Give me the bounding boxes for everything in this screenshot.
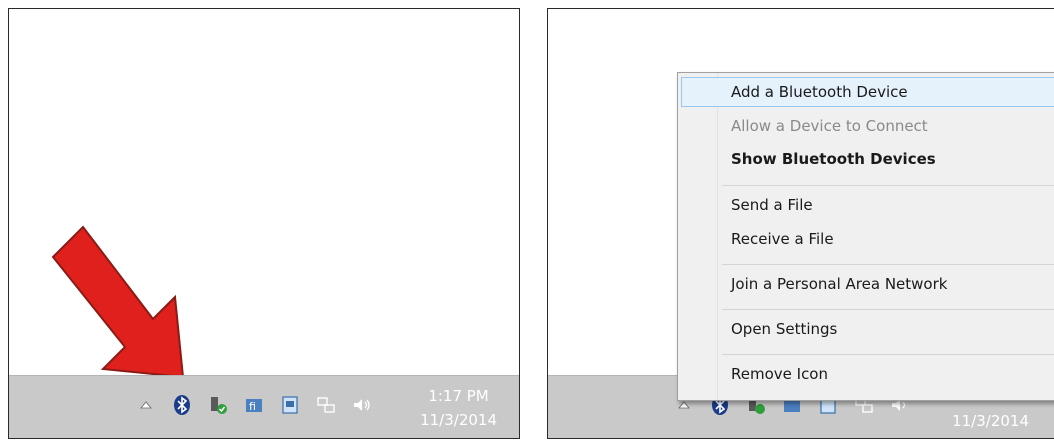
speaker-icon[interactable]: [351, 394, 373, 416]
menu-separator: [722, 309, 1054, 310]
bluetooth-context-menu: Add a Bluetooth Device Allow a Device to…: [677, 72, 1054, 401]
clock-time: 1:17 PM: [428, 387, 489, 405]
menu-item-open-settings[interactable]: Open Settings: [681, 314, 1054, 344]
monitor-icon[interactable]: [279, 394, 301, 416]
red-arrow-annotation: [51, 225, 185, 379]
menu-item-add-bluetooth-device[interactable]: Add a Bluetooth Device: [681, 77, 1054, 107]
menu-item-receive-file[interactable]: Receive a File: [681, 224, 1054, 254]
menu-item-allow-device-to-connect: Allow a Device to Connect: [731, 117, 928, 135]
network-icon[interactable]: [315, 394, 337, 416]
menu-item-send-file[interactable]: Send a File: [681, 190, 1054, 220]
clock-date: 11/3/2014: [420, 411, 497, 429]
desktop-panel-right: 11/3/2014 Add a Bluetooth Device Allow a…: [547, 8, 1054, 439]
svg-text:fi: fi: [249, 400, 256, 413]
taskbar: fi 1:17 PM 11/3/2014: [9, 375, 519, 438]
bluetooth-icon[interactable]: [171, 394, 193, 416]
clock-date[interactable]: 11/3/2014: [952, 412, 1029, 430]
menu-item-join-personal-area-network[interactable]: Join a Personal Area Network: [681, 269, 1054, 299]
desktop-panel-left: fi 1:17 PM 11/3/2014: [8, 8, 520, 439]
power-usb-icon[interactable]: [207, 394, 229, 416]
menu-separator: [722, 354, 1054, 355]
menu-separator: [722, 185, 1054, 186]
menu-item-remove-icon[interactable]: Remove Icon: [681, 359, 1054, 389]
menu-separator: [722, 264, 1054, 265]
system-clock[interactable]: 1:17 PM 11/3/2014: [420, 384, 497, 432]
chevron-up-icon[interactable]: [135, 394, 157, 416]
network-share-icon[interactable]: fi: [243, 394, 265, 416]
menu-item-show-bluetooth-devices[interactable]: Show Bluetooth Devices: [681, 144, 1054, 174]
